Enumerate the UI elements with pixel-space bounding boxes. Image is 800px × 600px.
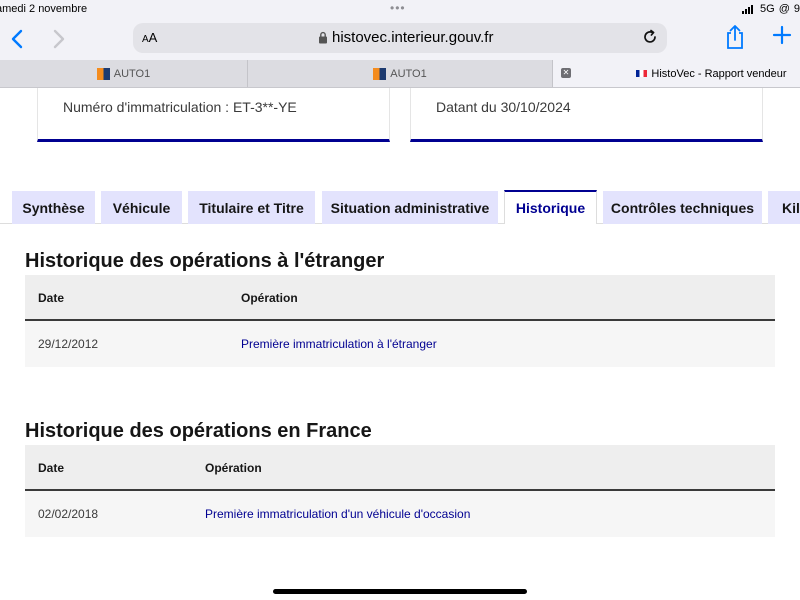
row-date: 02/02/2018 xyxy=(38,507,99,521)
report-date-card: Datant du 30/10/2024 xyxy=(410,88,763,142)
section-title-france: Historique des opérations en France xyxy=(25,420,372,442)
auto1-favicon-icon xyxy=(96,67,110,80)
browser-tab-label-wrap: HistoVec - Rapport vendeur xyxy=(636,67,787,80)
orientation-lock-icon: @ xyxy=(778,3,790,15)
browser-toolbar: AA histovec.interieur.gouv.fr xyxy=(0,20,800,60)
french-flag-icon xyxy=(636,70,648,78)
row-date: 29/12/2012 xyxy=(38,337,99,351)
chevron-left-icon xyxy=(11,29,23,49)
chevron-right-icon xyxy=(53,29,65,49)
close-tab-icon[interactable]: ✕ xyxy=(561,68,571,78)
battery-level: 9 xyxy=(793,3,800,15)
home-indicator[interactable] xyxy=(273,589,527,594)
column-header-date: Date xyxy=(38,461,65,475)
table-header: Date Opération xyxy=(25,275,775,321)
status-datetime: amedi 2 novembre xyxy=(0,3,88,15)
browser-tabs: AUTO1 AUTO1 ✕ HistoVec - Rapport vendeur xyxy=(0,60,800,88)
tab-vehicule[interactable]: Véhicule xyxy=(101,191,182,224)
browser-tab[interactable]: AUTO1 xyxy=(248,60,553,87)
back-button[interactable] xyxy=(4,26,30,52)
browser-tab[interactable]: AUTO1 xyxy=(0,60,248,87)
share-icon[interactable] xyxy=(724,24,746,50)
browser-tab-active[interactable]: ✕ HistoVec - Rapport vendeur xyxy=(553,60,800,87)
france-operations-table: Date Opération 02/02/2018 Première immat… xyxy=(25,445,775,537)
plate-number: Numéro d'immatriculation : ET-3**-YE xyxy=(63,99,297,115)
address-bar[interactable]: AA histovec.interieur.gouv.fr xyxy=(133,23,667,53)
status-indicators: 5G @ 9 xyxy=(742,3,800,15)
status-bar: amedi 2 novembre ••• 5G @ 9 xyxy=(0,0,800,20)
tab-kilometrage[interactable]: Kilométrage xyxy=(768,191,800,224)
reload-icon[interactable] xyxy=(641,28,659,46)
plate-card: Numéro d'immatriculation : ET-3**-YE xyxy=(37,88,390,142)
lock-icon xyxy=(319,31,327,44)
section-title-foreign: Historique des opérations à l'étranger xyxy=(25,250,385,272)
table-header: Date Opération xyxy=(25,445,775,491)
new-tab-icon[interactable] xyxy=(770,23,794,47)
column-header-operation: Opération xyxy=(205,461,262,475)
cellular-signal-icon xyxy=(742,4,754,14)
table-row: 02/02/2018 Première immatriculation d'un… xyxy=(25,491,775,537)
multitasking-dots-icon[interactable]: ••• xyxy=(390,1,406,15)
column-header-date: Date xyxy=(38,291,65,305)
browser-tab-label: AUTO1 xyxy=(113,67,151,80)
tab-titulaire-et-titre[interactable]: Titulaire et Titre xyxy=(188,191,315,224)
column-header-operation: Opération xyxy=(241,291,298,305)
text-size-button[interactable]: AA xyxy=(142,30,157,45)
tab-historique[interactable]: Historique xyxy=(504,190,597,224)
url-text[interactable]: histovec.interieur.gouv.fr xyxy=(332,29,493,46)
report-date: Datant du 30/10/2024 xyxy=(436,99,571,115)
browser-tab-label: HistoVec - Rapport vendeur xyxy=(651,67,787,80)
report-tabs: Synthèse Véhicule Titulaire et Titre Sit… xyxy=(0,190,800,224)
browser-tab-label: AUTO1 xyxy=(390,67,427,80)
tab-controles-techniques[interactable]: Contrôles techniques xyxy=(603,191,762,224)
table-row: 29/12/2012 Première immatriculation à l'… xyxy=(25,321,775,367)
tab-synthese[interactable]: Synthèse xyxy=(12,191,95,224)
browser-chrome: amedi 2 novembre ••• 5G @ 9 AA histovec.… xyxy=(0,0,800,88)
row-operation: Première immatriculation à l'étranger xyxy=(241,337,437,351)
auto1-favicon-icon xyxy=(373,67,387,80)
network-type: 5G xyxy=(760,3,775,15)
forward-button[interactable] xyxy=(46,26,72,52)
row-operation: Première immatriculation d'un véhicule d… xyxy=(205,507,471,521)
foreign-operations-table: Date Opération 29/12/2012 Première immat… xyxy=(25,275,775,367)
tab-situation-administrative[interactable]: Situation administrative xyxy=(322,191,498,224)
